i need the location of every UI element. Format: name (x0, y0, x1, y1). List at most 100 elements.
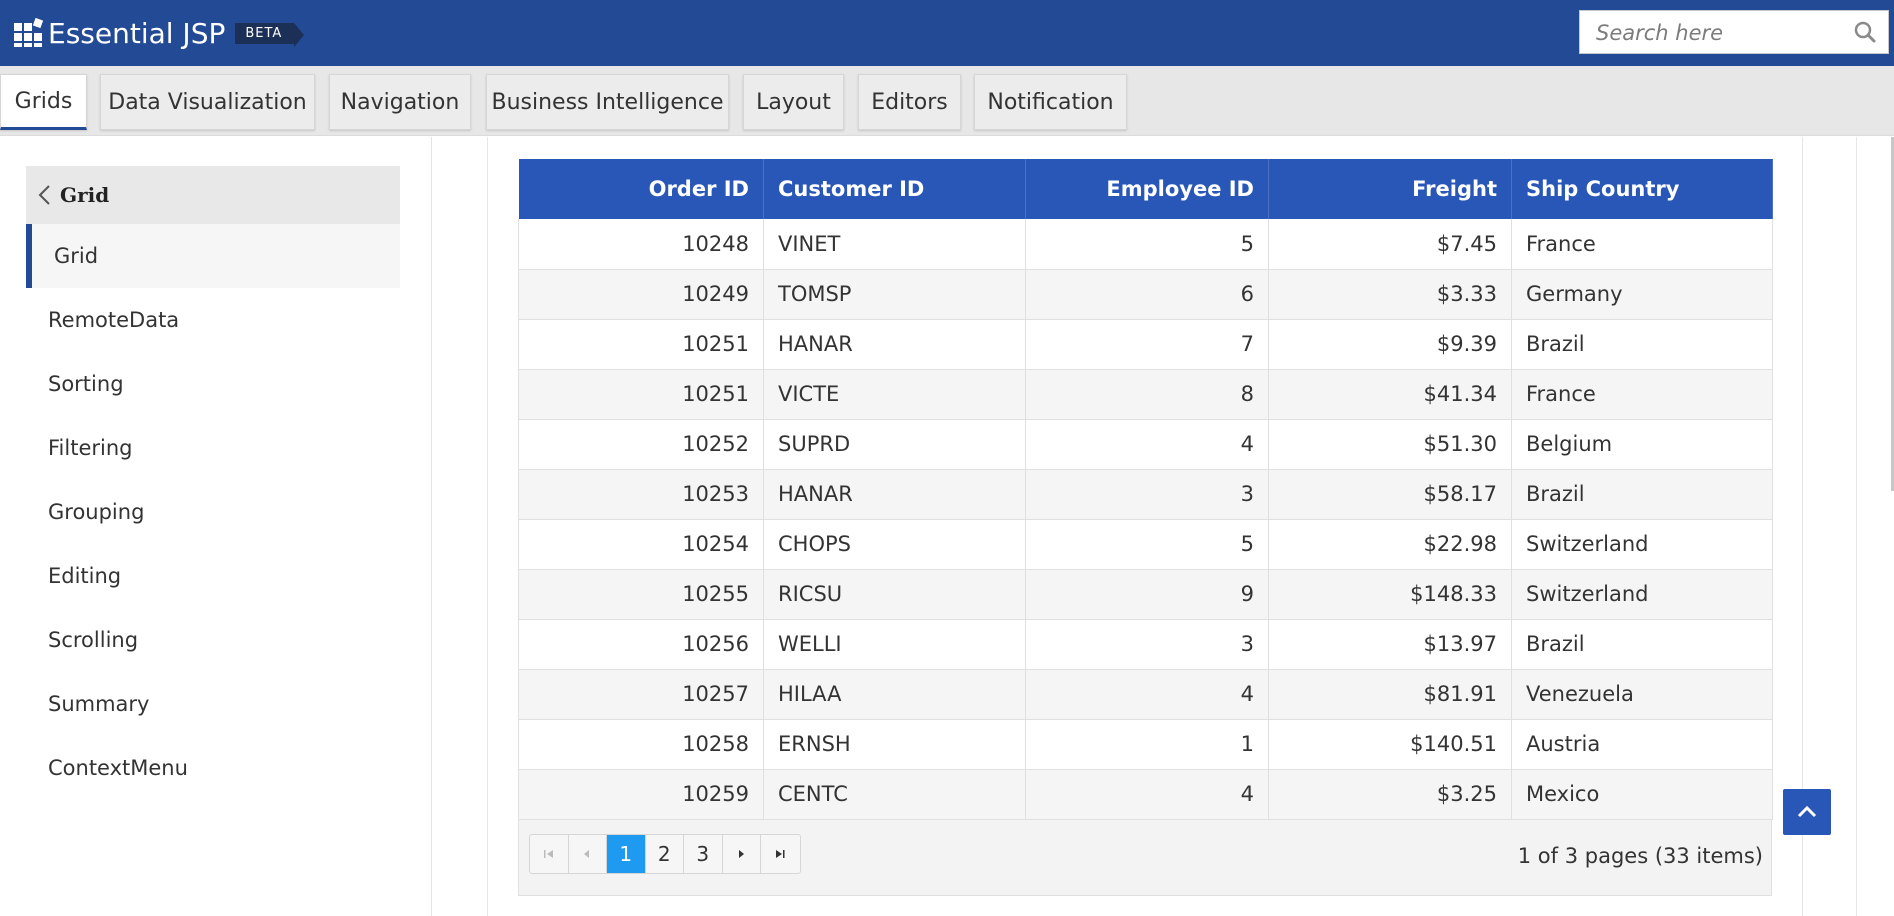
first-page-button[interactable] (530, 834, 569, 873)
sidebar-item-filtering[interactable]: Filtering (48, 436, 132, 460)
next-page-button[interactable] (723, 834, 761, 873)
category-tabbar: Grids Data Visualization Navigation Busi… (0, 66, 1894, 136)
cell-freight: $41.34 (1268, 369, 1512, 420)
chevron-left-icon (38, 185, 50, 205)
last-page-button[interactable] (761, 835, 800, 873)
cell-freight: $7.45 (1268, 219, 1512, 270)
cell-customer-id: HANAR (763, 469, 1026, 520)
tab-business-intelligence[interactable]: Business Intelligence (486, 74, 729, 130)
cell-employee-id: 5 (1025, 219, 1269, 270)
cell-customer-id: CENTC (763, 769, 1026, 820)
cell-freight: $140.51 (1268, 719, 1512, 770)
search-input[interactable] (1596, 21, 1836, 45)
sidebar-item-summary[interactable]: Summary (48, 692, 149, 716)
cell-freight: $81.91 (1268, 669, 1512, 720)
sidebar-item-editing[interactable]: Editing (48, 564, 121, 588)
logo-grid-icon (14, 17, 44, 47)
cell-ship-country: Mexico (1511, 769, 1773, 820)
sidebar-item-grid[interactable]: Grid (26, 224, 400, 288)
sidebar-item-label: Grid (54, 244, 99, 268)
top-header: Essential JSP BETA (0, 0, 1894, 66)
page-button-3[interactable]: 3 (684, 834, 723, 873)
cell-customer-id: HANAR (763, 319, 1026, 370)
sidebar-section-header[interactable]: Grid (26, 166, 400, 224)
table-row[interactable]: 10258 ERNSH 1 $140.51 Austria (518, 719, 1773, 770)
cell-customer-id: VICTE (763, 369, 1026, 420)
table-row[interactable]: 10253 HANAR 3 $58.17 Brazil (518, 469, 1773, 520)
tab-layout[interactable]: Layout (743, 74, 844, 130)
cell-ship-country: Brazil (1511, 469, 1773, 520)
table-row[interactable]: 10259 CENTC 4 $3.25 Mexico (518, 769, 1773, 820)
tab-editors[interactable]: Editors (858, 74, 961, 130)
cell-ship-country: Venezuela (1511, 669, 1773, 720)
table-row[interactable]: 10255 RICSU 9 $148.33 Switzerland (518, 569, 1773, 620)
cell-employee-id: 3 (1025, 619, 1269, 670)
sidebar-item-remotedata[interactable]: RemoteData (48, 308, 179, 332)
cell-ship-country: Austria (1511, 719, 1773, 770)
table-row[interactable]: 10248 VINET 5 $7.45 France (518, 219, 1773, 270)
cell-freight: $3.33 (1268, 269, 1512, 320)
page-button-1[interactable]: 1 (607, 834, 646, 873)
cell-freight: $3.25 (1268, 769, 1512, 820)
pager: 1 2 3 1 of 3 pages (33 items) (518, 819, 1772, 896)
back-to-top-button[interactable] (1783, 789, 1831, 835)
cell-order-id: 10257 (518, 669, 764, 720)
cell-freight: $51.30 (1268, 419, 1512, 470)
logo[interactable]: Essential JSP BETA (14, 15, 305, 51)
sidebar-item-grouping[interactable]: Grouping (48, 500, 144, 524)
scrollbar[interactable] (1856, 137, 1894, 916)
cell-ship-country: Switzerland (1511, 569, 1773, 620)
sidebar-item-contextmenu[interactable]: ContextMenu (48, 756, 188, 780)
cell-employee-id: 3 (1025, 469, 1269, 520)
cell-employee-id: 1 (1025, 719, 1269, 770)
prev-page-icon (584, 849, 590, 858)
table-row[interactable]: 10257 HILAA 4 $81.91 Venezuela (518, 669, 1773, 720)
table-row[interactable]: 10249 TOMSP 6 $3.33 Germany (518, 269, 1773, 320)
tab-data-visualization[interactable]: Data Visualization (100, 74, 315, 130)
tab-notification[interactable]: Notification (974, 74, 1127, 130)
cell-customer-id: RICSU (763, 569, 1026, 620)
last-page-icon (776, 849, 785, 858)
tab-navigation[interactable]: Navigation (329, 74, 471, 130)
sidebar-item-scrolling[interactable]: Scrolling (48, 628, 138, 652)
table-row[interactable]: 10254 CHOPS 5 $22.98 Switzerland (518, 519, 1773, 570)
column-header-order-id[interactable]: Order ID (518, 159, 764, 219)
cell-order-id: 10254 (518, 519, 764, 570)
cell-freight: $58.17 (1268, 469, 1512, 520)
cell-employee-id: 4 (1025, 669, 1269, 720)
sidebar-item-sorting[interactable]: Sorting (48, 372, 124, 396)
grid-header-row: Order ID Customer ID Employee ID Freight… (518, 159, 1773, 219)
column-header-ship-country[interactable]: Ship Country (1511, 159, 1773, 219)
cell-freight: $9.39 (1268, 319, 1512, 370)
cell-order-id: 10255 (518, 569, 764, 620)
cell-freight: $22.98 (1268, 519, 1512, 570)
page-button-2[interactable]: 2 (646, 834, 684, 873)
cell-customer-id: CHOPS (763, 519, 1026, 570)
pager-info: 1 of 3 pages (33 items) (1517, 843, 1763, 868)
grid-table: Order ID Customer ID Employee ID Freight… (518, 159, 1773, 820)
table-row[interactable]: 10252 SUPRD 4 $51.30 Belgium (518, 419, 1773, 470)
brand-name: Essential JSP (48, 16, 226, 50)
column-header-customer-id[interactable]: Customer ID (763, 159, 1026, 219)
cell-order-id: 10251 (518, 369, 764, 420)
search-box (1579, 10, 1889, 54)
first-page-icon (543, 849, 553, 858)
search-icon[interactable] (1854, 21, 1876, 43)
cell-customer-id: WELLI (763, 619, 1026, 670)
beta-badge: BETA (235, 22, 305, 47)
column-header-employee-id[interactable]: Employee ID (1025, 159, 1269, 219)
cell-employee-id: 9 (1025, 569, 1269, 620)
prev-page-button[interactable] (569, 834, 607, 873)
cell-ship-country: Belgium (1511, 419, 1773, 470)
cell-freight: $148.33 (1268, 569, 1512, 620)
cell-ship-country: Switzerland (1511, 519, 1773, 570)
column-header-freight[interactable]: Freight (1268, 159, 1512, 219)
table-row[interactable]: 10256 WELLI 3 $13.97 Brazil (518, 619, 1773, 670)
tab-grids[interactable]: Grids (0, 74, 87, 130)
table-row[interactable]: 10251 VICTE 8 $41.34 France (518, 369, 1773, 420)
cell-order-id: 10249 (518, 269, 764, 320)
cell-employee-id: 5 (1025, 519, 1269, 570)
pager-buttons: 1 2 3 (529, 833, 801, 874)
cell-customer-id: HILAA (763, 669, 1026, 720)
table-row[interactable]: 10251 HANAR 7 $9.39 Brazil (518, 319, 1773, 370)
